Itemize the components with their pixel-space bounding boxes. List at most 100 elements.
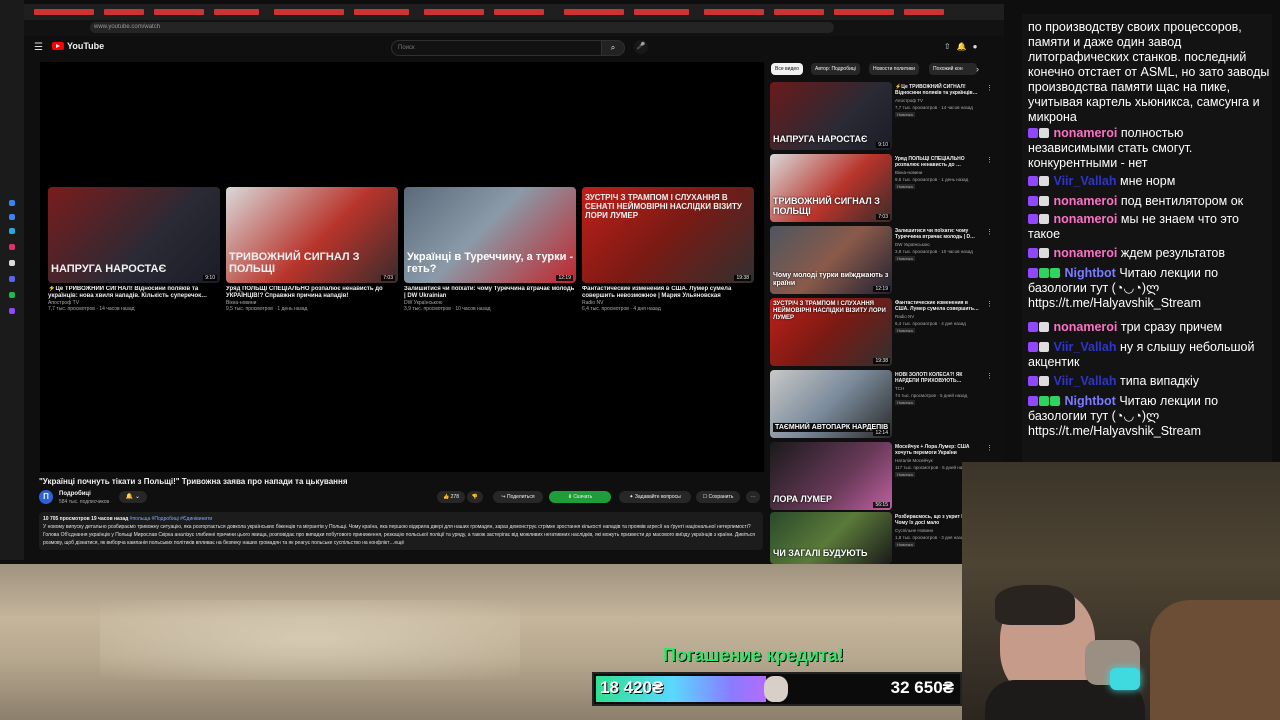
donation-goal-current: 18 420₴ — [600, 678, 664, 697]
end-card[interactable]: НАПРУГА НАРОСТАЄ 9:10 ⚡Це ТРИВОЖНИЙ СИГН… — [48, 187, 220, 312]
badge-icon — [1028, 342, 1038, 353]
chat-badges — [1028, 320, 1050, 335]
description-meta: 10 705 просмотров 19 часов назад #польща… — [43, 516, 213, 522]
list-item[interactable]: ЛОРА ЛУМЕР 56:15 Мосейчук + Лора Лумер: С… — [770, 442, 993, 512]
mic-light — [1110, 668, 1140, 690]
more-vert-icon[interactable]: ⋮ — [986, 372, 993, 380]
chat-username[interactable]: Viir_Vallah — [1050, 340, 1116, 354]
chip-politics-news[interactable]: Новости политики — [869, 63, 919, 75]
chat-username[interactable]: nonameroi — [1050, 126, 1117, 140]
download-button[interactable]: ⬇ Скачать — [549, 491, 611, 503]
chat-message: Nightbot Читаю лекции по базологии тут (… — [1028, 394, 1270, 439]
badge-icon — [1039, 342, 1049, 353]
channel-name[interactable]: Подробиці — [59, 491, 91, 497]
list-item[interactable]: ТАЄМНИЙ АВТОПАРК НАРДЕПІВ 12:14 НОВІ ЗОЛО… — [770, 370, 993, 440]
chat-username[interactable]: nonameroi — [1050, 212, 1117, 226]
chat-username[interactable]: Viir_Vallah — [1050, 174, 1116, 188]
chat-badges — [1028, 126, 1050, 141]
sidebar-app-icon[interactable] — [9, 276, 15, 282]
badge-icon — [1050, 268, 1060, 279]
header-icons[interactable]: ⇧🔔● — [944, 42, 984, 51]
chat-message: Viir_Vallah ну я слышу небольшой акценти… — [1028, 340, 1270, 370]
search-input[interactable]: Поиск — [391, 40, 609, 56]
search-icon[interactable]: ⌕ — [601, 40, 625, 56]
chat-badges — [1028, 212, 1050, 227]
sidebar-app-icon[interactable] — [9, 292, 15, 298]
rec-thumbnail: ЧИ ЗАГАЛІ БУДУЮТЬ — [770, 512, 892, 564]
chip-similar[interactable]: Похожий кон — [929, 63, 977, 75]
end-card-thumbnail: ТРИВОЖНИЙ СИГНАЛ З ПОЛЬЩІ 7:03 — [226, 187, 398, 283]
chat-text: типа випадкiу — [1119, 374, 1200, 388]
youtube-logo[interactable]: YouTube — [52, 41, 104, 51]
more-vert-icon[interactable]: ⋮ — [986, 156, 993, 164]
goal-marker-avatar — [764, 676, 788, 702]
chip-author[interactable]: Автор: Подробиці — [811, 63, 860, 75]
more-vert-icon[interactable]: ⋮ — [986, 228, 993, 236]
sidebar-app-icon[interactable] — [9, 308, 15, 314]
end-card-thumbnail: НАПРУГА НАРОСТАЄ 9:10 — [48, 187, 220, 283]
more-vert-icon[interactable]: ⋮ — [986, 300, 993, 308]
chat-username[interactable]: nonameroi — [1050, 194, 1117, 208]
more-icon[interactable]: ⋯ — [746, 491, 760, 503]
chat-message: nonameroi под вентилятором ок — [1028, 194, 1270, 209]
sidebar-app-icon[interactable] — [9, 244, 15, 250]
mic-icon[interactable]: 🎤 — [634, 40, 648, 54]
list-item[interactable]: ЧИ ЗАГАЛІ БУДУЮТЬ Розбираємось, що з укр… — [770, 512, 980, 564]
rec-thumbnail: ЗУСТРІЧ З ТРАМПОМ І СЛУХАННЯ НЕЙМОВІРНІ … — [770, 298, 892, 366]
end-card-thumbnail: ЗУСТРІЧ З ТРАМПОМ І СЛУХАННЯ В СЕНАТІ НЕ… — [582, 187, 754, 283]
url-field[interactable]: www.youtube.com/watch — [90, 22, 834, 33]
more-vert-icon[interactable]: ⋮ — [986, 444, 993, 452]
webcam-chair — [1150, 600, 1280, 720]
channel-avatar[interactable]: П — [39, 490, 53, 504]
thumb-up-icon: 👍 — [443, 494, 451, 500]
share-button[interactable]: ↪ Поделиться — [493, 491, 543, 503]
chat-username[interactable]: Nightbot — [1061, 394, 1115, 408]
sidebar-app-icon[interactable] — [9, 214, 15, 220]
chat-username[interactable]: Viir_Vallah — [1050, 374, 1116, 388]
badge-icon — [1039, 248, 1049, 259]
sidebar-app-icon[interactable] — [9, 200, 15, 206]
badge-icon — [1039, 376, 1049, 387]
end-card[interactable]: ТРИВОЖНИЙ СИГНАЛ З ПОЛЬЩІ 7:03 Уряд ПОЛЬ… — [226, 187, 398, 312]
description-box[interactable]: 10 705 просмотров 19 часов назад #польща… — [39, 512, 763, 550]
video-player[interactable]: НАПРУГА НАРОСТАЄ 9:10 ⚡Це ТРИВОЖНИЙ СИГН… — [40, 62, 764, 472]
menu-icon[interactable]: ☰ — [34, 42, 43, 53]
list-item[interactable]: ЗУСТРІЧ З ТРАМПОМ І СЛУХАННЯ НЕЙМОВІРНІ … — [770, 298, 993, 368]
donation-goal-title: Погашение кредита! — [663, 645, 844, 665]
chat-badges — [1028, 246, 1050, 261]
more-vert-icon[interactable]: ⋮ — [986, 84, 993, 92]
badge-icon — [1028, 128, 1038, 139]
list-item[interactable]: ТРИВОЖНИЙ СИГНАЛ З ПОЛЬЩІ 7:03 Уряд ПОЛЬЩ… — [770, 154, 993, 224]
end-card[interactable]: Українці в Туреччину, а турки - геть? 12… — [404, 187, 576, 312]
badge-icon — [1028, 176, 1038, 187]
end-card[interactable]: ЗУСТРІЧ З ТРАМПОМ І СЛУХАННЯ В СЕНАТІ НЕ… — [582, 187, 754, 312]
bell-icon[interactable]: 🔔 ⌄ — [119, 491, 147, 503]
save-button[interactable]: ☐ Сохранить — [696, 491, 740, 503]
dislike-button[interactable]: 👎 — [467, 491, 483, 503]
chip-all-videos[interactable]: Все видео — [771, 63, 803, 75]
description-text: У новому випуску детально розбираємо три… — [43, 524, 755, 546]
chevron-right-icon[interactable]: › — [976, 64, 979, 74]
chat-text: ждем результатов — [1120, 246, 1225, 260]
donation-goal-target: 32 650₴ — [890, 678, 954, 697]
badge-icon — [1050, 396, 1060, 407]
chat-username[interactable]: nonameroi — [1050, 320, 1117, 334]
chat-badges — [1028, 394, 1061, 409]
video-title: "Українці почнуть тікати з Польщі!" Трив… — [39, 477, 348, 486]
sidebar-app-icon[interactable] — [9, 260, 15, 266]
ask-button[interactable]: ✦ Задавайте вопросы — [619, 491, 691, 503]
badge-icon — [1028, 268, 1038, 279]
chat-message: nonameroi ждем результатов — [1028, 246, 1270, 261]
sidebar-app-icon[interactable] — [9, 228, 15, 234]
chat-message: Viir_Vallah типа випадкiу — [1028, 374, 1270, 389]
chat-username[interactable]: Nightbot — [1061, 266, 1115, 280]
badge-icon — [1039, 176, 1049, 187]
chat-message: nonameroi полностью независимыми стать с… — [1028, 126, 1270, 171]
chat-badges — [1028, 374, 1050, 389]
list-item[interactable]: Чому молоді турки виїжджають з країни 12:… — [770, 226, 993, 296]
tab-bar[interactable] — [24, 4, 1004, 20]
stream-chat: по производству своих процессоров, памят… — [1022, 14, 1272, 462]
list-item[interactable]: НАПРУГА НАРОСТАЄ 9:10 ⚡Це ТРИВОЖНИЙ СИГНА… — [770, 82, 993, 152]
like-button[interactable]: 👍 278 — [437, 491, 465, 503]
chat-username[interactable]: nonameroi — [1050, 246, 1117, 260]
